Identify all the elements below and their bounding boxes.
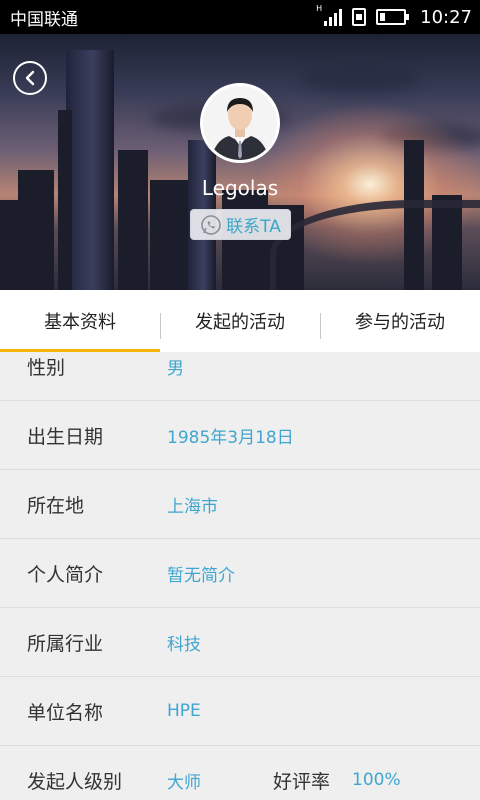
info-row-gender: 性别 男 [0, 352, 480, 401]
info-value: 大师 [167, 772, 201, 793]
rating-label: 好评率 [273, 770, 331, 793]
status-icons: H 10:27 [316, 4, 472, 28]
avatar[interactable] [200, 83, 280, 163]
info-value: 上海市 [167, 496, 218, 517]
info-row-location: 所在地 上海市 [0, 470, 480, 539]
info-label: 所属行业 [27, 632, 104, 655]
info-value: 暂无简介 [167, 565, 235, 586]
info-value: HPE [167, 701, 201, 721]
carrier-name: 中国联通 [10, 9, 78, 30]
info-row-birthday: 出生日期 1985年3月18日 [0, 401, 480, 470]
info-value: 男 [167, 358, 184, 379]
chat-bubble-icon [201, 214, 221, 235]
info-row-level: 发起人级别 大师 好评率 100% [0, 746, 480, 800]
info-label: 出生日期 [27, 425, 104, 448]
contact-button[interactable]: 联系TA [190, 209, 291, 240]
tab-joined-activities[interactable]: 参与的活动 [320, 290, 480, 352]
contact-button-label: 联系TA [226, 217, 281, 237]
network-type-label: H [316, 4, 323, 13]
info-label: 性别 [27, 356, 66, 379]
back-button[interactable] [13, 61, 47, 95]
info-row-company: 单位名称 HPE [0, 677, 480, 746]
tab-initiated-activities[interactable]: 发起的活动 [160, 290, 320, 352]
info-label: 个人简介 [27, 563, 104, 586]
basic-info-list[interactable]: 性别 男 出生日期 1985年3月18日 所在地 上海市 个人简介 暂无简介 所… [0, 352, 480, 800]
username: Legolas [201, 176, 279, 200]
signal-icon: H [316, 4, 343, 27]
tab-basic-info[interactable]: 基本资料 [0, 290, 160, 352]
info-value: 科技 [167, 634, 201, 655]
rating-value: 100% [352, 770, 401, 790]
sim-card-icon [352, 8, 367, 26]
info-row-bio: 个人简介 暂无简介 [0, 539, 480, 608]
info-value: 1985年3月18日 [167, 427, 294, 448]
profile-tabs: 基本资料 发起的活动 参与的活动 [0, 290, 480, 352]
info-label: 单位名称 [27, 701, 104, 724]
battery-icon [376, 9, 410, 25]
chevron-left-icon [25, 70, 35, 86]
info-label: 所在地 [27, 494, 85, 517]
info-label: 发起人级别 [27, 770, 123, 793]
status-bar: 中国联通 H 10:27 [0, 0, 480, 34]
info-row-industry: 所属行业 科技 [0, 608, 480, 677]
clock: 10:27 [420, 6, 472, 28]
